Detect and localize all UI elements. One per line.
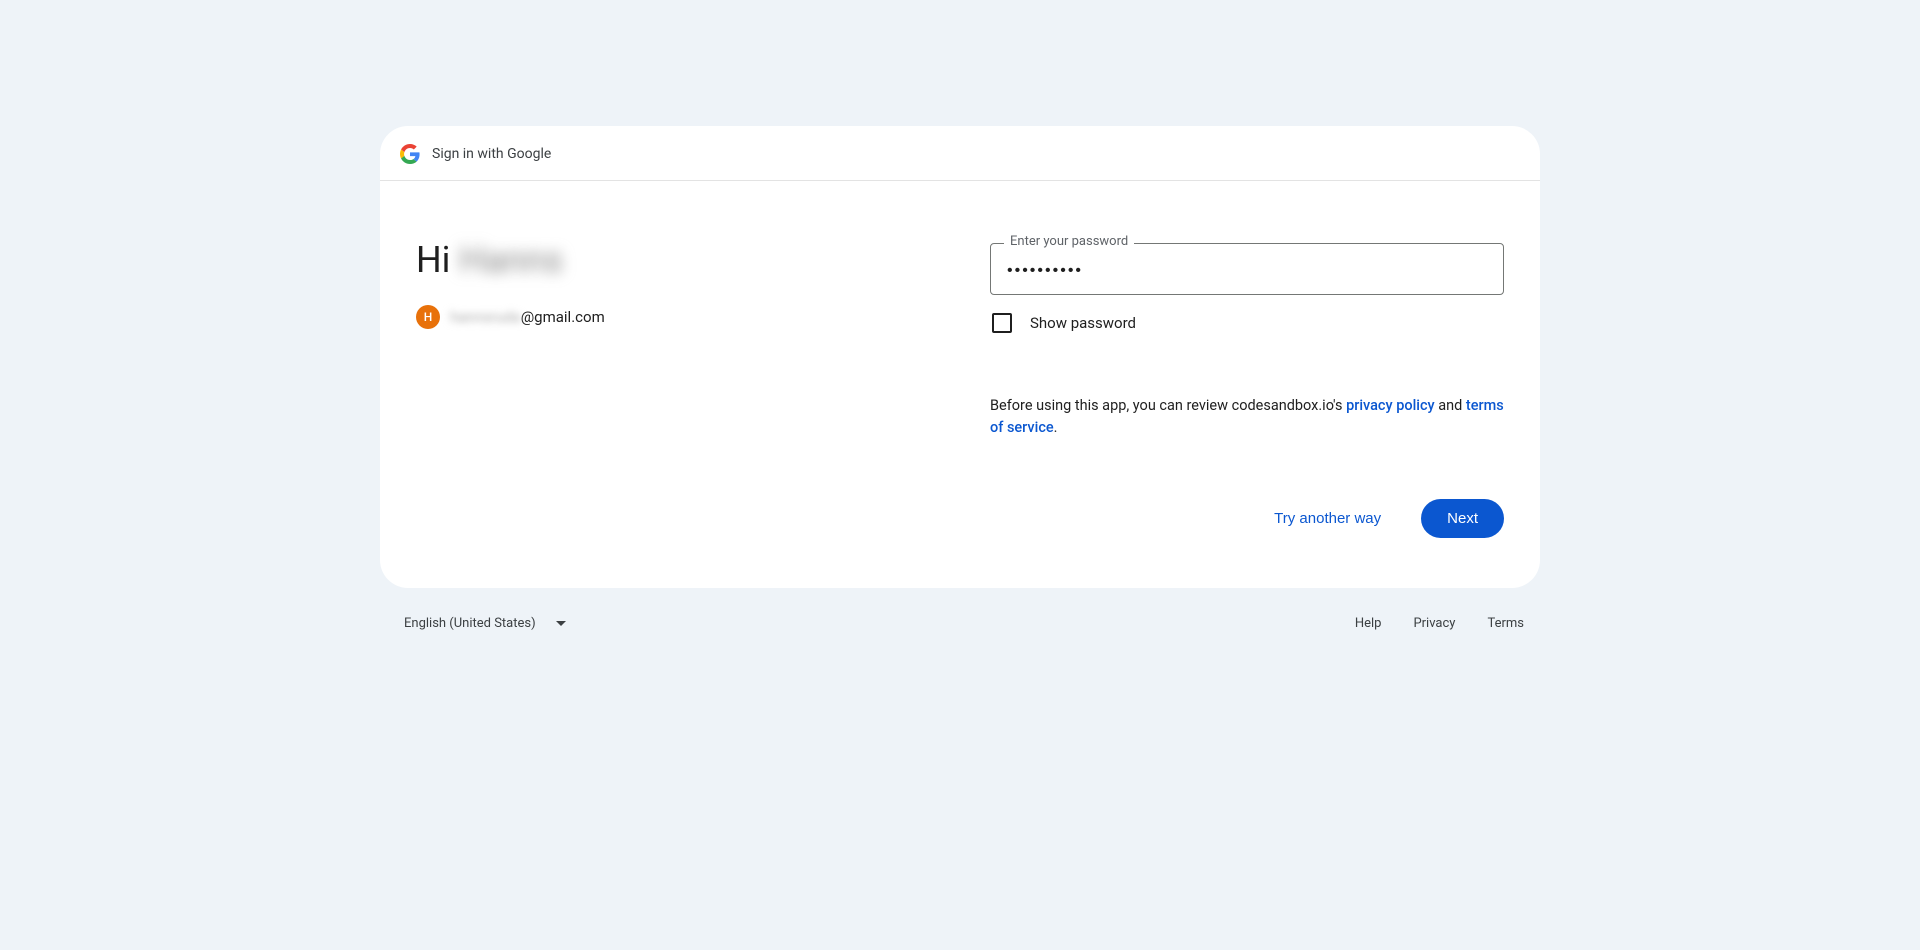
greeting-prefix: Hi (416, 239, 459, 281)
email-local: hannsruda (450, 308, 521, 326)
greeting-name: Hanns (459, 239, 563, 281)
password-label: Enter your password (1004, 234, 1134, 249)
try-another-way-button[interactable]: Try another way (1262, 500, 1393, 537)
disclaimer-suffix: . (1054, 419, 1058, 436)
show-password-checkbox[interactable] (992, 313, 1012, 333)
language-selector[interactable]: English (United States) (396, 610, 574, 637)
password-input[interactable] (990, 243, 1504, 295)
language-label: English (United States) (404, 616, 536, 631)
account-chip[interactable]: H hannsruda@gmail.com (416, 305, 930, 329)
footer-terms-link[interactable]: Terms (1487, 616, 1524, 631)
footer: English (United States) Help Privacy Ter… (380, 588, 1540, 659)
disclaimer-middle: and (1435, 397, 1466, 414)
email-domain: @gmail.com (521, 308, 605, 326)
password-field-wrapper: Enter your password (990, 243, 1504, 295)
disclaimer-text: Before using this app, you can review co… (990, 395, 1504, 439)
header-title: Sign in with Google (432, 146, 551, 162)
next-button[interactable]: Next (1421, 499, 1504, 538)
signin-card: Sign in with Google Hi Hanns H hannsruda… (380, 126, 1540, 588)
disclaimer-prefix: Before using this app, you can review co… (990, 397, 1346, 414)
greeting: Hi Hanns (416, 239, 930, 281)
footer-privacy-link[interactable]: Privacy (1413, 616, 1455, 631)
google-logo-icon (400, 144, 420, 164)
privacy-policy-link[interactable]: privacy policy (1346, 397, 1435, 414)
account-email: hannsruda@gmail.com (450, 308, 605, 326)
avatar: H (416, 305, 440, 329)
footer-help-link[interactable]: Help (1355, 616, 1382, 631)
card-header: Sign in with Google (380, 126, 1540, 181)
show-password-label[interactable]: Show password (1030, 314, 1136, 332)
chevron-down-icon (556, 621, 566, 626)
